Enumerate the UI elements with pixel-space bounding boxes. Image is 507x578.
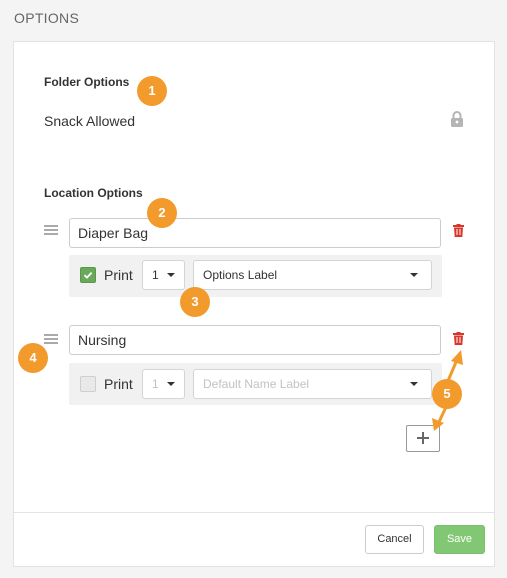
arrow-head-icon bbox=[451, 350, 463, 365]
callout-arrows bbox=[432, 350, 463, 431]
callout-badge-4: 4 bbox=[18, 343, 48, 373]
callout-badge-2: 2 bbox=[147, 198, 177, 228]
arrow-head-icon bbox=[432, 418, 444, 431]
callout-badge-5: 5 bbox=[432, 379, 462, 409]
callout-badge-3: 3 bbox=[180, 287, 210, 317]
callout-badge-1: 1 bbox=[137, 76, 167, 106]
